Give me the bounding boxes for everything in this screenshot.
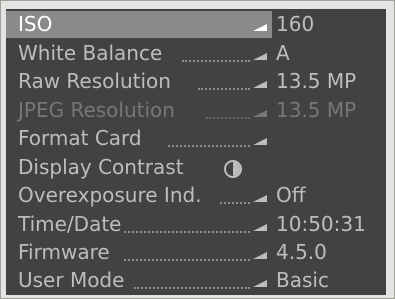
menu-item-white-balance[interactable]: White Balance A <box>6 40 386 67</box>
menu-item-value: 13.5 MP <box>276 69 357 93</box>
menu-item-time-date[interactable]: Time/Date 10:50:31 <box>6 211 386 238</box>
submenu-arrow-icon <box>253 53 267 60</box>
menu-item-value: A <box>276 41 290 65</box>
menu-item-label: Overexposure Ind. <box>18 183 202 207</box>
menu-item-iso[interactable]: ISO 160 <box>6 11 386 38</box>
submenu-arrow-icon <box>253 280 267 287</box>
submenu-arrow-icon <box>253 81 267 88</box>
menu-item-value: Basic <box>276 268 329 292</box>
dotted-leader <box>206 117 250 119</box>
submenu-arrow-icon <box>253 195 267 202</box>
submenu-arrow-icon <box>253 252 267 259</box>
menu-item-value: 13.5 MP <box>276 98 357 122</box>
menu-item-value: 4.5.0 <box>276 240 327 264</box>
menu-item-label: ISO <box>18 12 53 36</box>
submenu-arrow-icon <box>253 138 267 145</box>
menu-item-label: Format Card <box>18 126 142 150</box>
menu-item-label: Display Contrast <box>18 155 184 179</box>
dotted-leader <box>168 145 250 147</box>
menu-item-jpeg-resolution: JPEG Resolution 13.5 MP <box>6 97 386 124</box>
contrast-icon <box>224 160 242 178</box>
dotted-leader <box>182 60 250 62</box>
menu-item-user-mode[interactable]: User Mode Basic <box>6 267 386 294</box>
menu-item-format-card[interactable]: Format Card <box>6 125 386 152</box>
menu-item-label: User Mode <box>18 268 125 292</box>
menu-item-overexposure-ind[interactable]: Overexposure Ind. Off <box>6 182 386 209</box>
dotted-leader <box>220 202 250 204</box>
menu-item-display-contrast[interactable]: Display Contrast <box>6 154 386 181</box>
menu-item-value: 10:50:31 <box>276 212 366 236</box>
menu-item-value: 160 <box>276 12 315 36</box>
dotted-leader <box>124 231 250 233</box>
submenu-arrow-icon <box>253 24 267 31</box>
menu-item-firmware[interactable]: Firmware 4.5.0 <box>6 239 386 266</box>
menu-item-label: Raw Resolution <box>18 69 171 93</box>
menu-item-raw-resolution[interactable]: Raw Resolution 13.5 MP <box>6 68 386 95</box>
dotted-leader <box>198 88 250 90</box>
submenu-arrow-icon <box>253 110 267 117</box>
submenu-arrow-icon <box>253 224 267 231</box>
menu-item-label: White Balance <box>18 41 163 65</box>
dotted-leader <box>134 287 250 289</box>
dotted-leader <box>124 259 250 261</box>
menu-item-value: Off <box>276 183 306 207</box>
menu-item-label: JPEG Resolution <box>18 98 175 122</box>
screen-frame: ISO 160 White Balance A Raw Resolution 1… <box>0 0 395 299</box>
menu-item-label: Time/Date <box>18 212 122 236</box>
menu-item-label: Firmware <box>18 240 110 264</box>
settings-menu: ISO 160 White Balance A Raw Resolution 1… <box>6 9 386 295</box>
